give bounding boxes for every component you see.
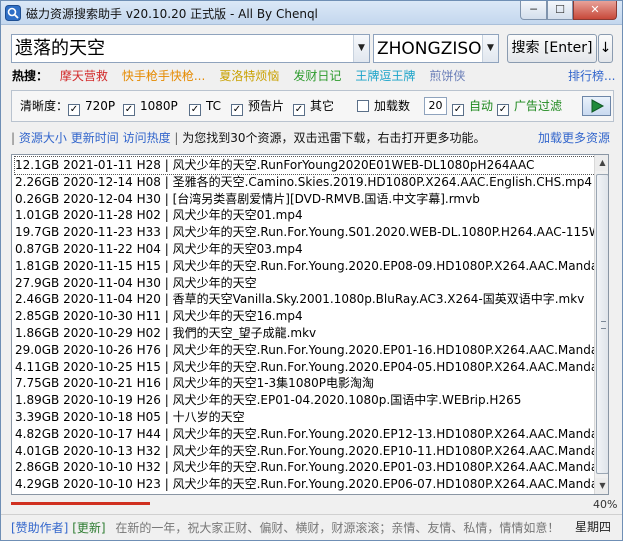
auto-option[interactable]: ✓ 自动 <box>452 97 494 116</box>
sort-by-size-link[interactable]: 资源大小 <box>19 131 67 145</box>
hot-keyword-link[interactable]: 发财日记 <box>293 69 341 83</box>
result-status-text: 为您找到30个资源，双击迅雷下载，右击打开更多功能。 <box>182 131 486 145</box>
result-row[interactable]: 29.0GB 2020-10-26 H76 | 风犬少年的天空.Run.For.… <box>15 342 595 359</box>
result-row[interactable]: 4.29GB 2020-10-10 H23 | 风犬少年的天空.Run.For.… <box>15 476 595 493</box>
result-row[interactable]: 4.11GB 2020-10-25 H15 | 风犬少年的天空.Run.For.… <box>15 359 595 376</box>
info-bar: | 资源大小 更新时间 访问热度 | 为您找到30个资源，双击迅雷下载，右击打开… <box>11 129 615 147</box>
result-row[interactable]: 3.39GB 2020-10-18 H05 | 十八岁的天空 <box>15 409 595 426</box>
results-list[interactable]: 4.29GB 2020-10-10 H23 | 风犬少年的天空.Run.For.… <box>11 154 609 495</box>
scroll-up-icon[interactable]: ▲ <box>595 155 608 171</box>
hot-keyword-link[interactable]: 夏洛特烦恼 <box>219 69 279 83</box>
checkbox-load-count[interactable] <box>357 100 369 112</box>
auto-label: 自动 <box>469 99 494 113</box>
sort-by-time-link[interactable]: 更新时间 <box>71 131 119 145</box>
result-row[interactable]: 1.01GB 2020-11-28 H02 | 风犬少年的天空01.mp4 <box>15 207 595 224</box>
engine-select-value: ZHONGZISO <box>377 39 482 59</box>
separator: | <box>11 131 16 145</box>
scroll-down-icon[interactable]: ▼ <box>595 478 608 494</box>
result-row[interactable]: 27.9GB 2020-11-04 H30 | 风犬少年的天空 <box>15 275 595 292</box>
result-row[interactable]: 2.86GB 2020-10-10 H32 | 风犬少年的天空.Run.For.… <box>15 459 595 476</box>
chevron-down-icon[interactable]: ▼ <box>353 35 369 62</box>
checkbox-other[interactable]: ✓ <box>293 104 305 116</box>
filter-tc-label: TC <box>206 99 222 113</box>
result-row[interactable]: 1.89GB 2020-10-19 H26 | 风犬少年的天空.EP01-04.… <box>15 392 595 409</box>
result-row[interactable]: 0.26GB 2020-12-04 H30 | [台湾另类喜剧爱情片][DVD-… <box>15 191 595 208</box>
checkbox-1080p[interactable]: ✓ <box>123 104 135 116</box>
separator: | <box>174 131 179 145</box>
filter-panel: 清晰度： ✓ 720P ✓ 1080P ✓ TC ✓ 预告片 ✓ 其它 加载数 20 ✓ 自… <box>11 90 614 122</box>
app-window: 磁力资源搜索助手 v20.10.20 正式版 - All By Chenql ─… <box>0 0 623 541</box>
filter-1080p[interactable]: ✓ 1080P <box>123 97 178 116</box>
sponsor-link[interactable]: [赞助作者] <box>11 521 68 535</box>
result-row[interactable]: 19.7GB 2020-11-23 H33 | 风犬少年的天空.Run.For.… <box>15 224 595 241</box>
window-title: 磁力资源搜索助手 v20.10.20 正式版 - All By Chenql <box>26 7 318 21</box>
checkbox-720p[interactable]: ✓ <box>68 104 80 116</box>
play-icon <box>591 99 605 113</box>
result-row[interactable]: 4.01GB 2020-10-13 H32 | 风犬少年的天空.Run.For.… <box>15 443 595 460</box>
hot-keyword-link[interactable]: 王牌逗王牌 <box>355 69 415 83</box>
result-row[interactable]: 2.85GB 2020-10-30 H11 | 风犬少年的天空16.mp4 <box>15 308 595 325</box>
result-row[interactable]: 7.75GB 2020-10-21 H16 | 风犬少年的天空1-3集1080P… <box>15 375 595 392</box>
filter-720p[interactable]: ✓ 720P <box>68 97 116 116</box>
result-row[interactable]: 4.82GB 2020-10-17 H44 | 风犬少年的天空.Run.For.… <box>15 426 595 443</box>
search-input[interactable]: 遗落的天空 <box>15 37 105 61</box>
checkbox-tc[interactable]: ✓ <box>189 104 201 116</box>
grip-icon <box>601 321 606 329</box>
load-count-input[interactable]: 20 <box>424 97 447 115</box>
close-button[interactable]: ✕ <box>573 1 617 20</box>
motto-text: 在新的一年，祝大家正财、偏财、横财，财源滚滚；亲情、友情、私情，情情如意！ <box>115 521 560 535</box>
load-count-label: 加载数 <box>374 99 411 113</box>
checkbox-auto[interactable]: ✓ <box>452 104 464 116</box>
result-row[interactable]: 2.26GB 2020-12-14 H08 | 圣雅各的天空.Camino.Sk… <box>15 174 595 191</box>
sort-order-button[interactable]: ↓ <box>598 34 613 63</box>
result-row[interactable]: 2.46GB 2020-11-04 H20 | 香草的天空Vanilla.Sky… <box>15 291 595 308</box>
hot-search-row: 热搜： 摩天营救 快手枪手快枪... 夏洛特烦恼 发财日记 王牌逗王牌 煎饼侠 <box>12 67 479 85</box>
update-link[interactable]: [更新] <box>72 521 105 535</box>
search-button[interactable]: 搜索 [Enter] <box>507 34 597 63</box>
hot-search-label: 热搜： <box>12 69 49 83</box>
filter-trailer[interactable]: ✓ 预告片 <box>231 97 285 116</box>
hot-keyword-link[interactable]: 快手枪手快枪... <box>122 69 205 83</box>
ad-filter-option[interactable]: ✓ 广告过滤 <box>497 97 563 116</box>
filter-1080p-label: 1080P <box>140 99 178 113</box>
ad-filter-label: 广告过滤 <box>514 99 563 113</box>
title-bar[interactable]: 磁力资源搜索助手 v20.10.20 正式版 - All By Chenql ─… <box>1 1 622 25</box>
filter-other-label: 其它 <box>310 99 335 113</box>
sort-by-hot-link[interactable]: 访问热度 <box>123 131 171 145</box>
filter-720p-label: 720P <box>85 99 116 113</box>
result-row[interactable]: 1.86GB 2020-10-29 H02 | 我們的天空_望子成龍.mkv <box>15 325 595 342</box>
status-bar: [赞助作者] [更新] 在新的一年，祝大家正财、偏财、横财，财源滚滚；亲情、友情… <box>1 514 622 540</box>
result-row[interactable]: 0.87GB 2020-11-22 H04 | 风犬少年的天空03.mp4 <box>15 241 595 258</box>
load-more-link[interactable]: 加载更多资源 <box>538 129 610 147</box>
checkbox-ad-filter[interactable]: ✓ <box>497 104 509 116</box>
hot-keyword-link[interactable]: 摩天营救 <box>60 69 108 83</box>
progress-bar <box>11 500 591 508</box>
result-row[interactable]: 1.81GB 2020-11-15 H15 | 风犬少年的天空.Run.For.… <box>15 258 595 275</box>
search-combobox[interactable]: 遗落的天空 ▼ <box>11 34 370 63</box>
magnet-search-icon <box>5 5 21 21</box>
weekday-label: 星期四 <box>575 520 612 534</box>
vertical-scrollbar[interactable]: ▲ ▼ <box>594 155 608 494</box>
filter-tc[interactable]: ✓ TC <box>189 97 222 116</box>
hot-keyword-link[interactable]: 煎饼侠 <box>429 69 465 83</box>
result-row[interactable]: 12.1GB 2021-01-11 H28 | 风犬少年的天空.RunForYo… <box>14 156 596 175</box>
progress-fill <box>11 502 151 505</box>
minimize-button[interactable]: ─ <box>520 1 547 20</box>
ranking-link[interactable]: 排行榜... <box>568 67 615 85</box>
progress-label: 40% <box>593 498 618 511</box>
checkbox-trailer[interactable]: ✓ <box>231 104 243 116</box>
load-count-option[interactable]: 加载数 <box>357 97 410 115</box>
clarity-label: 清晰度： <box>20 99 69 113</box>
filter-trailer-label: 预告片 <box>248 99 285 113</box>
filter-other[interactable]: ✓ 其它 <box>293 97 335 116</box>
start-button[interactable] <box>582 96 611 116</box>
engine-select[interactable]: ZHONGZISO ▼ <box>373 34 499 63</box>
scrollbar-thumb[interactable] <box>596 174 608 474</box>
chevron-down-icon[interactable]: ▼ <box>482 35 498 62</box>
maximize-button[interactable]: ☐ <box>547 1 573 20</box>
